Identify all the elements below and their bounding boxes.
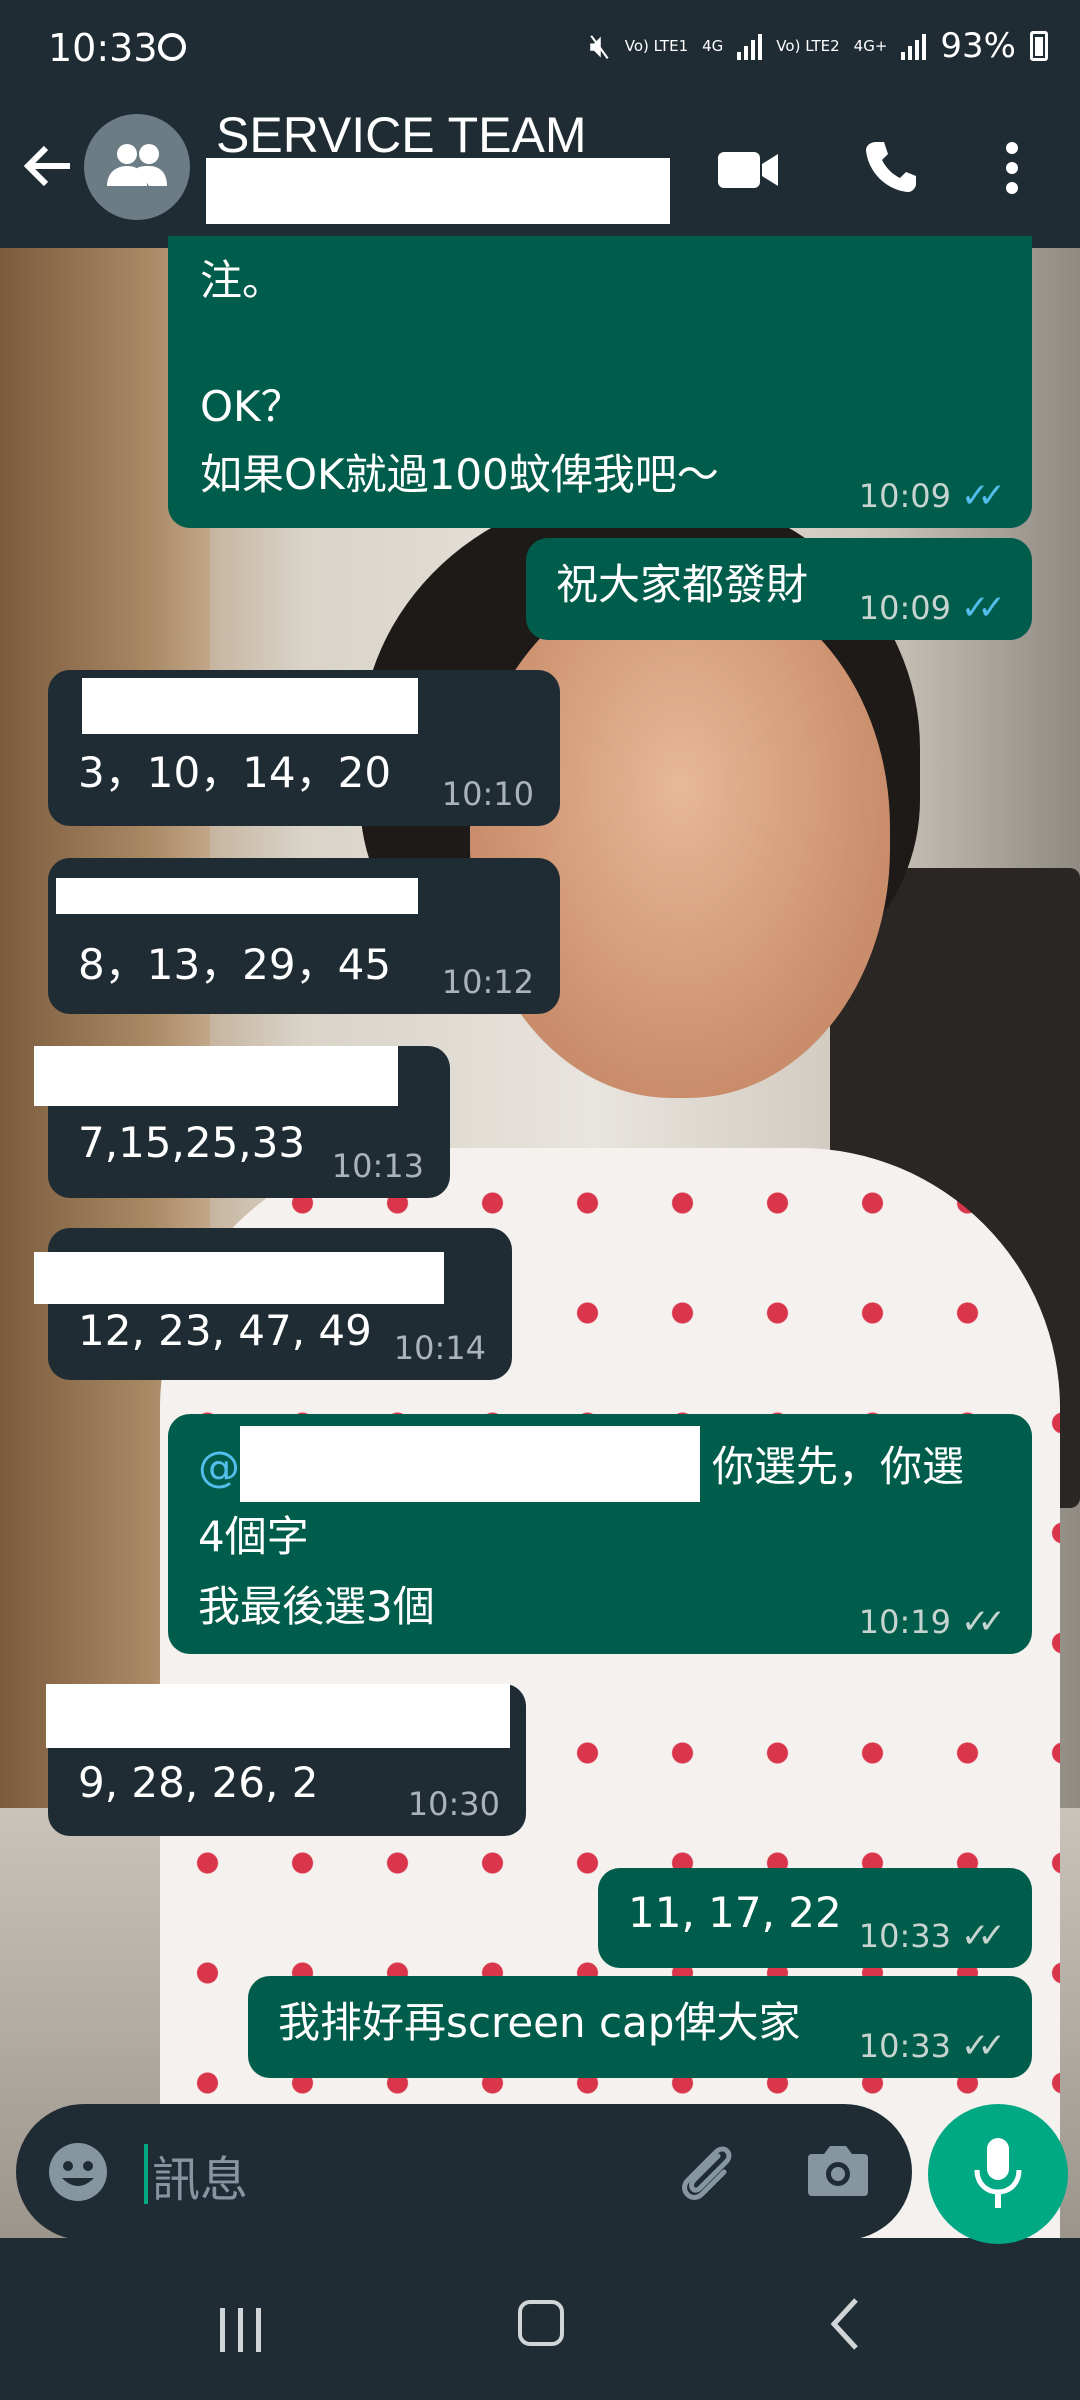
delivered-receipt-icon: ✓✓ — [961, 1916, 1006, 1956]
sim2-label: Vo) LTE2 — [776, 36, 840, 55]
message-meta: 10:09 ✓✓ — [859, 478, 1006, 514]
signal-bars-icon — [901, 32, 927, 60]
message-composer: 訊息 — [16, 2104, 912, 2240]
signal-bars-icon — [737, 32, 763, 60]
wallpaper-face — [470, 578, 890, 1098]
voice-call-icon[interactable] — [862, 138, 918, 194]
message-time: 10:09 — [858, 477, 952, 515]
message-text: 7,15,25,33 — [78, 1118, 306, 1167]
mic-icon — [974, 2138, 1022, 2208]
emoji-icon[interactable] — [46, 2140, 110, 2204]
message-text: 我排好再screen cap俾大家 — [278, 1998, 801, 2047]
redacted-sender-name — [82, 678, 418, 734]
message-bubble-incoming[interactable]: 12, 23, 47, 49 10:14 — [34, 1228, 512, 1380]
message-bubble-incoming[interactable]: 8，13，29，45 10:12 — [48, 858, 560, 1014]
message-meta: 10:10 — [442, 776, 534, 812]
redacted-mention-name — [240, 1426, 700, 1502]
battery-percent: 93% — [940, 26, 1016, 66]
message-text: 12, 23, 47, 49 — [78, 1306, 372, 1355]
status-time: 10:33 — [48, 26, 158, 70]
message-time: 10:13 — [331, 1147, 424, 1185]
message-time: 10:30 — [407, 1785, 500, 1823]
redacted-sender-name — [56, 878, 418, 914]
message-meta: 10:33 ✓✓ — [859, 1918, 1006, 1954]
message-bubble-incoming[interactable]: 7,15,25,33 10:13 — [34, 1046, 450, 1198]
message-time: 10:33 — [858, 2027, 952, 2065]
message-text: 11, 17, 22 — [628, 1888, 842, 1937]
message-bubble-outgoing[interactable]: 11, 17, 22 10:33 ✓✓ — [598, 1868, 1032, 1968]
message-text: 如果OK就過100蚊俾我吧～ — [200, 450, 719, 499]
message-time: 10:09 — [858, 589, 952, 627]
status-icons: 🔇︎ Vo) LTE1 4G Vo) LTE2 4G+ 93% — [589, 26, 1048, 66]
message-bubble-incoming[interactable]: 9, 28, 26, 2 10:30 — [46, 1684, 526, 1836]
message-meta: 10:30 — [408, 1786, 500, 1822]
sim2-volte-label: Vo) LTE2 — [776, 36, 840, 55]
more-options-icon[interactable] — [1004, 140, 1020, 196]
home-icon[interactable] — [518, 2300, 564, 2346]
delivered-receipt-icon: ✓✓ — [961, 2026, 1006, 2066]
system-navigation-bar — [0, 2256, 1080, 2400]
message-text: 3，10，14，20 — [78, 748, 392, 797]
video-call-icon[interactable] — [716, 148, 780, 192]
message-text: 祝大家都發財 — [556, 560, 809, 609]
mute-icon: 🔇︎ — [589, 26, 611, 66]
message-meta: 10:12 — [442, 964, 534, 1000]
sync-icon — [158, 33, 186, 61]
message-text: 9, 28, 26, 2 — [78, 1758, 319, 1807]
message-text: 4個字 — [198, 1512, 309, 1561]
message-text: 你選先，你選 — [712, 1442, 965, 1491]
message-bubble-outgoing[interactable]: 祝大家都發財 10:09 ✓✓ — [526, 538, 1032, 640]
attach-icon[interactable] — [674, 2138, 742, 2206]
message-bubble-outgoing[interactable]: @ 你選先，你選 4個字 我最後選3個 10:19 ✓✓ — [168, 1414, 1032, 1654]
message-time: 10:19 — [858, 1603, 952, 1641]
message-meta: 10:33 ✓✓ — [859, 2028, 1006, 2064]
text-cursor — [144, 2144, 148, 2204]
back-arrow-icon[interactable] — [20, 138, 76, 194]
delivered-receipt-icon: ✓✓ — [961, 1602, 1006, 1642]
message-text: OK？ — [200, 382, 303, 431]
message-bubble-outgoing[interactable]: 我排好再screen cap俾大家 10:33 ✓✓ — [248, 1976, 1032, 2078]
message-bubble-outgoing[interactable]: 注。 OK？ 如果OK就過100蚊俾我吧～ 10:09 ✓✓ — [168, 236, 1032, 528]
redacted-sender-name — [46, 1684, 510, 1748]
sim2-network: 4G+ — [853, 36, 888, 55]
status-bar: 10:33 🔇︎ Vo) LTE1 4G Vo) LTE2 4G+ 93% — [0, 0, 1080, 100]
group-avatar-icon[interactable] — [84, 114, 190, 220]
camera-icon[interactable] — [806, 2142, 870, 2198]
message-time: 10:10 — [441, 775, 534, 813]
message-meta: 10:09 ✓✓ — [859, 590, 1006, 626]
redacted-sender-name — [34, 1046, 398, 1106]
sim1-volte-label: Vo) LTE1 — [624, 36, 689, 55]
battery-icon — [1030, 31, 1048, 61]
message-text: 注。 — [200, 256, 285, 305]
sim1-network: 4G — [702, 36, 724, 55]
chat-header: SERVICE TEAM — [0, 100, 1080, 248]
message-time: 10:12 — [441, 963, 534, 1001]
recent-apps-icon[interactable] — [216, 2306, 266, 2354]
message-meta: 10:14 — [394, 1330, 486, 1366]
message-input[interactable]: 訊息 — [152, 2140, 248, 2210]
mention-prefix[interactable]: @ — [198, 1438, 240, 1496]
message-meta: 10:13 — [332, 1148, 424, 1184]
message-bubble-incoming[interactable]: 3，10，14，20 10:10 — [48, 670, 560, 826]
message-time: 10:14 — [393, 1329, 486, 1367]
message-meta: 10:19 ✓✓ — [859, 1604, 1006, 1640]
redacted-participants — [206, 158, 670, 224]
message-text: 我最後選3個 — [198, 1582, 435, 1631]
sim1-label: Vo) LTE1 — [624, 36, 689, 55]
message-text: 8，13，29，45 — [78, 940, 392, 989]
back-nav-icon[interactable] — [826, 2296, 862, 2352]
message-time: 10:33 — [858, 1917, 952, 1955]
read-receipt-icon: ✓✓ — [961, 476, 1006, 516]
read-receipt-icon: ✓✓ — [961, 588, 1006, 628]
chat-title[interactable]: SERVICE TEAM — [216, 106, 586, 164]
redacted-sender-name — [34, 1252, 444, 1304]
voice-message-button[interactable] — [928, 2104, 1068, 2244]
